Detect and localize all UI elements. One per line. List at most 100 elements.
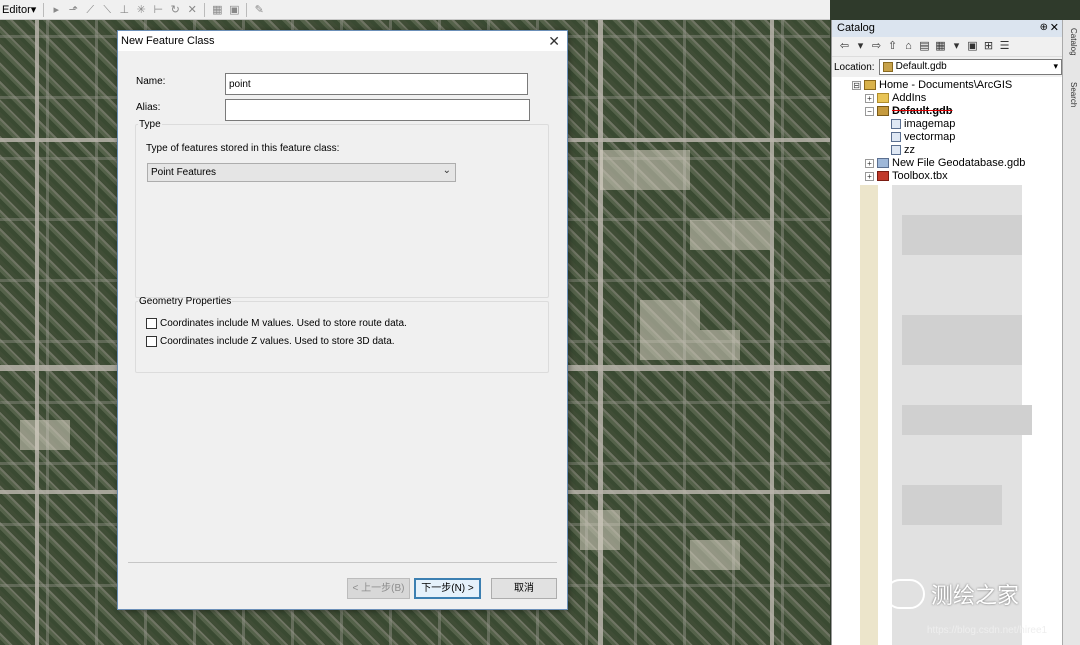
split-icon[interactable]: ⊢ <box>151 3 165 17</box>
tree-item[interactable]: − Default.gdb <box>852 105 1062 118</box>
location-label: Location: <box>834 61 875 73</box>
collapse-icon[interactable]: ⊟ <box>852 80 861 90</box>
catalog-window: Catalog ⊕ ✕ ⇦ ▾ ⇨ ⇧ ⌂ ▤ ▦ ▾ ▣ ⊞ ☰ Locati… <box>831 20 1063 645</box>
toolbar-separator <box>246 2 248 17</box>
home-icon <box>864 80 876 91</box>
search-side-tab[interactable]: Search <box>1066 82 1078 107</box>
sketch-properties-icon[interactable]: ▦ <box>210 3 224 17</box>
tree-item-label: zz <box>904 144 915 156</box>
z-values-label: Coordinates include Z values. Used to st… <box>160 336 395 347</box>
type-group: Type Type of features stored in this fea… <box>135 119 549 298</box>
fc-icon <box>891 119 901 130</box>
side-tab-strip: Catalog Search <box>1062 20 1080 645</box>
chevron-down-icon: ⌄ <box>442 165 451 176</box>
tree-item[interactable]: + New File Geodatabase.gdb <box>852 157 1062 170</box>
tree-item[interactable]: + AddIns <box>852 92 1062 105</box>
blurred-area <box>832 185 1063 645</box>
midpoint-icon[interactable]: ⊥ <box>117 3 131 17</box>
catalog-side-tab[interactable]: Catalog <box>1066 28 1078 56</box>
new-folder-icon[interactable]: ▣ <box>966 40 979 53</box>
options-icon[interactable]: ☰ <box>998 40 1011 53</box>
chevron-down-icon[interactable]: ▾ <box>1053 61 1058 72</box>
toggle-contents-icon[interactable]: ⊞ <box>982 40 995 53</box>
cancel-button[interactable]: 取消 <box>491 578 557 599</box>
back-button[interactable]: < 上一步(B) <box>347 578 410 599</box>
tree-item[interactable]: imagemap <box>852 118 1062 131</box>
rotate-icon[interactable]: ↻ <box>168 3 182 17</box>
options-icon[interactable]: ✎ <box>252 3 266 17</box>
tree-item[interactable]: ⊟ Home - Documents\ArcGIS <box>852 79 1062 92</box>
tree-item-label: AddIns <box>892 92 927 104</box>
type-prompt: Type of features stored in this feature … <box>146 143 340 154</box>
pin-icon[interactable]: ⊕ <box>1040 22 1048 33</box>
catalog-tree: ⊟ Home - Documents\ArcGIS + AddIns − Default.… <box>832 77 1062 183</box>
catalog-title: Catalog <box>837 22 875 34</box>
expand-icon[interactable]: + <box>865 158 874 168</box>
name-label: Name: <box>136 76 166 87</box>
checkbox-box[interactable] <box>146 336 157 347</box>
forward-icon[interactable]: ⇨ <box>870 40 883 53</box>
wechat-icon <box>885 579 925 609</box>
watermark: 测绘之家 <box>885 578 1019 610</box>
alias-label: Alias: <box>136 102 161 113</box>
m-values-checkbox[interactable]: Coordinates include M values. Used to st… <box>146 318 407 329</box>
tree-item-label: vectormap <box>904 131 956 143</box>
up-one-level-icon[interactable]: ⇧ <box>886 40 899 53</box>
edit-vertices-icon[interactable]: ⬏ <box>66 3 80 17</box>
sketch-icon[interactable]: ⟋ <box>83 3 97 17</box>
tree-item-label: imagemap <box>904 118 956 130</box>
dialog-divider <box>128 562 557 563</box>
tree-item-label: Toolbox.tbx <box>892 170 948 182</box>
location-value: Default.gdb <box>895 61 947 72</box>
location-bar: Location: Default.gdb ▾ <box>832 57 1062 77</box>
close-icon[interactable]: ✕ <box>1050 21 1059 34</box>
tree-item[interactable]: + Toolbox.tbx <box>852 170 1062 183</box>
dialog-titlebar: New Feature Class ✕ <box>118 31 567 51</box>
back-icon[interactable]: ⇦ <box>838 40 851 53</box>
views-dropdown-icon[interactable]: ▾ <box>950 40 963 53</box>
watermark-text: 测绘之家 <box>931 583 1020 608</box>
tbx-icon <box>877 171 889 182</box>
feature-type-select[interactable]: Point Features ⌄ <box>147 163 456 182</box>
editor-menu[interactable]: Editor▾ <box>0 3 38 16</box>
tree-item-label: Default.gdb <box>892 105 953 117</box>
name-field[interactable] <box>225 73 528 95</box>
cut-polygons-icon[interactable]: ✳ <box>134 3 148 17</box>
expand-icon[interactable]: + <box>865 93 874 103</box>
catalog-titlebar: Catalog ⊕ ✕ <box>832 20 1062 37</box>
alias-field[interactable] <box>225 99 530 121</box>
m-values-label: Coordinates include M values. Used to st… <box>160 318 407 329</box>
geometry-properties-group: Geometry Properties Coordinates include … <box>135 296 549 373</box>
editor-toolbar: Editor▾ ▸ ⬏ ⟋ ⟍ ⊥ ✳ ⊢ ↻ ✕ ▦ ▣ ✎ <box>0 0 830 20</box>
watermark-url: https://blog.csdn.net/hiree1 <box>927 625 1048 636</box>
tree-item-label: New File Geodatabase.gdb <box>892 157 1026 169</box>
views-icon[interactable]: ▦ <box>934 40 947 53</box>
fgdb-icon <box>877 158 889 169</box>
dialog-title: New Feature Class <box>121 35 215 47</box>
z-values-checkbox[interactable]: Coordinates include Z values. Used to st… <box>146 336 395 347</box>
tree-item-label: Home - Documents\ArcGIS <box>879 79 1013 91</box>
straight-segment-icon[interactable]: ⟍ <box>100 3 114 17</box>
feature-type-value: Point Features <box>151 167 217 178</box>
toolbar-separator <box>43 2 45 17</box>
connect-folder-icon[interactable]: ▤ <box>918 40 931 53</box>
tree-item[interactable]: vectormap <box>852 131 1062 144</box>
tree-item[interactable]: zz <box>852 144 1062 157</box>
fc-icon <box>891 132 901 143</box>
toolbar-separator <box>204 2 206 17</box>
close-icon[interactable]: ✕ <box>548 33 560 50</box>
checkbox-box[interactable] <box>146 318 157 329</box>
location-combobox[interactable]: Default.gdb ▾ <box>878 59 1062 75</box>
dialog-body: Name: Alias: Type Type of features store… <box>126 58 558 566</box>
attributes-icon[interactable]: ✕ <box>185 3 199 17</box>
home-icon[interactable]: ⌂ <box>902 40 915 53</box>
catalog-toolbar: ⇦ ▾ ⇨ ⇧ ⌂ ▤ ▦ ▾ ▣ ⊞ ☰ <box>832 37 1062 57</box>
create-features-icon[interactable]: ▣ <box>227 3 241 17</box>
pointer-icon[interactable]: ▸ <box>49 3 63 17</box>
next-button[interactable]: 下一步(N) > <box>414 578 481 599</box>
collapse-icon[interactable]: − <box>865 106 874 116</box>
dropdown-icon[interactable]: ▾ <box>854 40 867 53</box>
expand-icon[interactable]: + <box>865 171 874 181</box>
gdb-icon <box>877 106 889 117</box>
folder-icon <box>877 93 889 104</box>
